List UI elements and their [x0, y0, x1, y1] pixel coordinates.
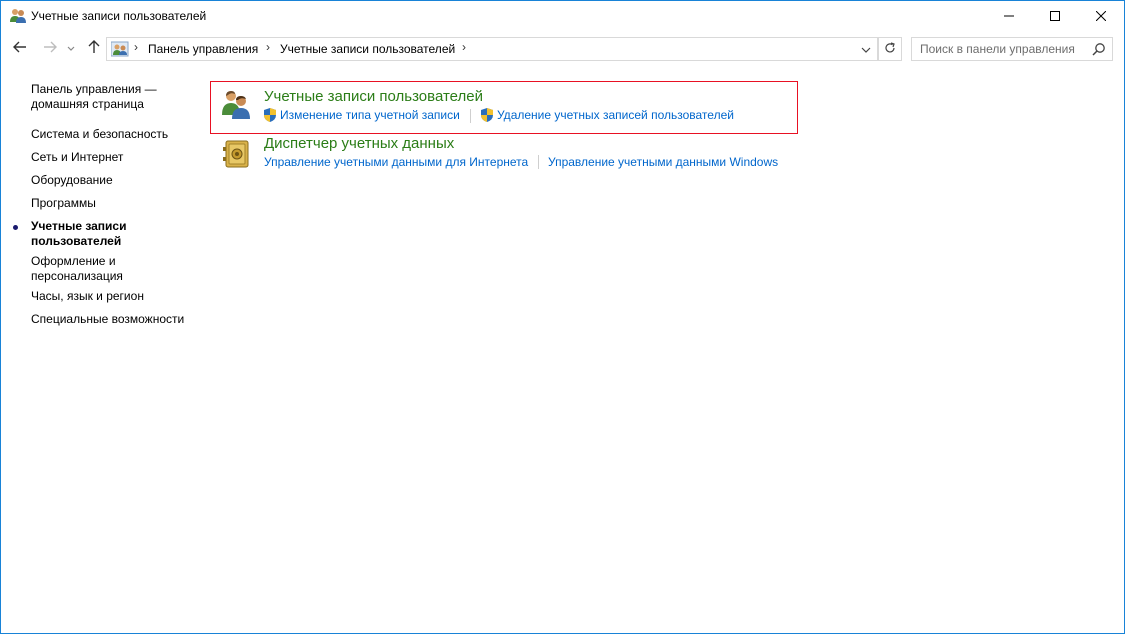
chevron-down-icon	[861, 42, 871, 56]
close-icon	[1095, 10, 1107, 24]
maximize-icon	[1050, 10, 1060, 24]
nav-appearance-personalization[interactable]: Оформление и персонализация	[31, 254, 201, 284]
nav-user-accounts: Учетные записи пользователей	[31, 219, 127, 248]
nav-hardware[interactable]: Оборудование	[31, 173, 201, 188]
users-icon[interactable]	[220, 88, 252, 120]
users-icon	[9, 8, 27, 24]
search-placeholder: Поиск в панели управления	[920, 42, 1075, 56]
minimize-button[interactable]	[986, 1, 1032, 32]
breadcrumb-control-panel[interactable]: Панель управления	[148, 42, 258, 56]
control-panel-window: Учетные записи пользователей › Панель уп…	[0, 0, 1125, 634]
forward-button[interactable]	[39, 38, 61, 58]
title-bar[interactable]: Учетные записи пользователей	[1, 1, 1124, 32]
address-history-button[interactable]	[857, 39, 875, 59]
nav-ease-of-access[interactable]: Специальные возможности	[31, 312, 201, 327]
task-remove-user-accounts[interactable]: Удаление учетных записей пользователей	[497, 108, 734, 122]
task-manage-web-credentials[interactable]: Управление учетными данными для Интернет…	[264, 155, 528, 169]
chevron-right-icon[interactable]: ›	[462, 40, 466, 54]
search-icon[interactable]	[1092, 42, 1106, 56]
arrow-left-icon	[13, 41, 27, 56]
arrow-up-icon	[88, 39, 100, 57]
nav-control-panel-home[interactable]: Панель управления — домашняя страница	[31, 82, 201, 112]
navigation-bar: › Панель управления › Учетные записи пол…	[1, 32, 1124, 66]
breadcrumb-user-accounts[interactable]: Учетные записи пользователей	[280, 42, 455, 56]
back-button[interactable]	[9, 38, 31, 58]
chevron-right-icon[interactable]: ›	[134, 40, 138, 54]
uac-shield-icon	[263, 107, 277, 123]
credential-vault-icon[interactable]	[222, 137, 254, 169]
category-title-credential-manager[interactable]: Диспетчер учетных данных	[264, 135, 454, 152]
refresh-icon	[884, 41, 896, 57]
minimize-icon	[1004, 10, 1014, 24]
current-item-bullet	[13, 225, 18, 230]
maximize-button[interactable]	[1032, 1, 1078, 32]
task-manage-windows-credentials[interactable]: Управление учетными данными Windows	[548, 155, 778, 169]
nav-programs[interactable]: Программы	[31, 196, 201, 211]
close-button[interactable]	[1078, 1, 1124, 32]
arrow-right-icon	[43, 41, 57, 56]
category-title-user-accounts[interactable]: Учетные записи пользователей	[264, 88, 483, 105]
window-title: Учетные записи пользователей	[31, 9, 207, 23]
chevron-right-icon[interactable]: ›	[266, 40, 270, 54]
recent-locations-button[interactable]	[64, 38, 78, 58]
task-separator	[470, 109, 471, 123]
nav-system-security[interactable]: Система и безопасность	[31, 127, 201, 142]
search-input[interactable]: Поиск в панели управления	[911, 37, 1113, 61]
uac-shield-icon	[480, 107, 494, 123]
nav-clock-language-region[interactable]: Часы, язык и регион	[31, 289, 201, 304]
task-separator	[538, 155, 539, 169]
control-panel-users-icon	[110, 41, 129, 57]
up-button[interactable]	[83, 38, 105, 58]
address-bar[interactable]: › Панель управления › Учетные записи пол…	[106, 37, 878, 61]
task-change-account-type[interactable]: Изменение типа учетной записи	[280, 108, 460, 122]
nav-network-internet[interactable]: Сеть и Интернет	[31, 150, 201, 165]
refresh-button[interactable]	[878, 37, 902, 61]
chevron-down-icon	[67, 41, 75, 55]
